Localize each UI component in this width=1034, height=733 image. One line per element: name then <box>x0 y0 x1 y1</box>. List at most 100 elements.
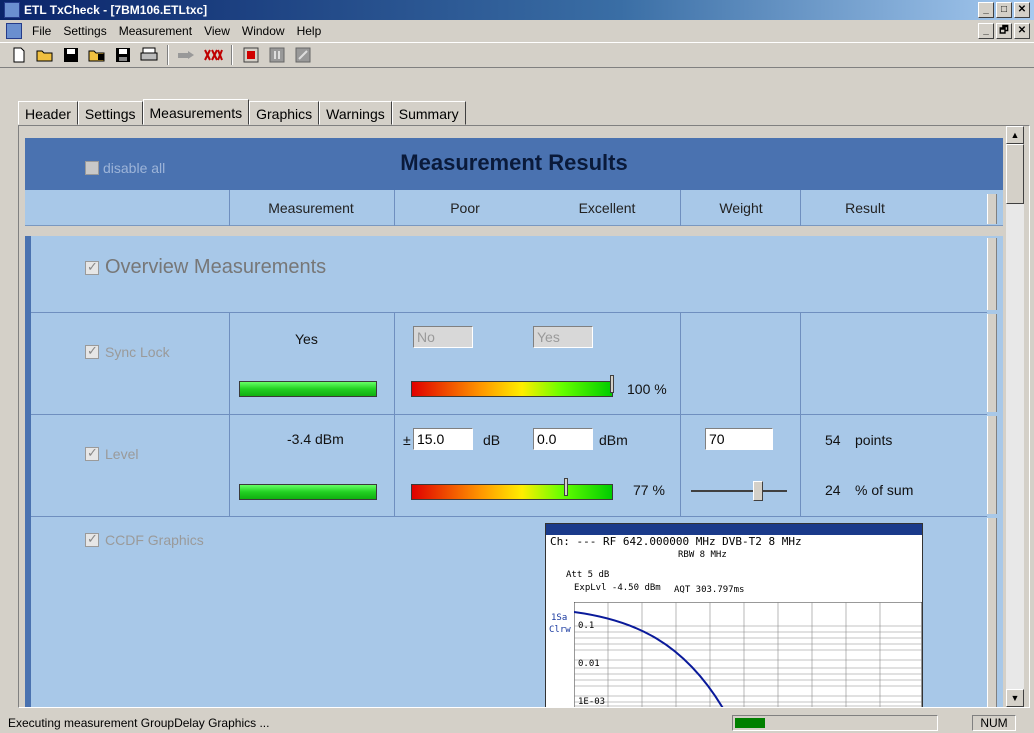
save-icon[interactable] <box>60 44 82 66</box>
header-scroll-stub <box>987 194 997 224</box>
tab-graphics[interactable]: Graphics <box>249 101 320 125</box>
sync-lock-checkbox[interactable]: Sync Lock <box>85 343 170 360</box>
status-bar: Executing measurement GroupDelay Graphic… <box>0 713 1034 733</box>
tab-warnings[interactable]: Warnings <box>319 101 392 125</box>
row-divider <box>31 312 987 313</box>
tab-measurements[interactable]: Measurements <box>142 99 250 125</box>
level-excellent-field[interactable]: 0.0 <box>533 428 593 450</box>
sync-lock-score-marker <box>610 375 614 393</box>
column-result: Result <box>845 200 885 216</box>
ccdf-label: CCDF Graphics <box>105 532 204 548</box>
ccdf-graphic: Ch: --- RF 642.000000 MHz DVB-T2 8 MHz R… <box>545 523 923 707</box>
ccdf-checkbox-box[interactable] <box>85 531 99 547</box>
maximize-button[interactable]: □ <box>996 2 1012 18</box>
tab-bar: Header Settings Measurements Graphics Wa… <box>18 99 466 125</box>
minimize-button[interactable]: _ <box>978 2 994 18</box>
level-score-bar <box>411 484 613 500</box>
level-weight-slider-thumb[interactable] <box>753 481 764 501</box>
column-divider <box>229 190 230 226</box>
row-divider <box>31 516 987 517</box>
ccdf-channel-line: Ch: --- RF 642.000000 MHz DVB-T2 8 MHz <box>550 535 802 548</box>
menu-window[interactable]: Window <box>236 24 291 38</box>
vertical-scrollbar[interactable]: ▲ ▼ <box>1006 126 1024 707</box>
sync-lock-poor-field[interactable]: No <box>413 326 473 348</box>
mdi-restore-button[interactable]: 🗗 <box>996 23 1012 39</box>
scroll-thumb[interactable] <box>1006 144 1024 204</box>
level-weight-slider-track[interactable] <box>691 490 787 492</box>
sync-lock-measurement-bar <box>239 381 377 397</box>
row-divider <box>31 414 987 415</box>
menu-settings[interactable]: Settings <box>57 24 112 38</box>
ccdf-header-strip <box>546 524 922 535</box>
num-lock-indicator: NUM <box>972 715 1016 731</box>
level-percent: 77 % <box>633 482 665 498</box>
level-measurement-bar <box>239 484 377 500</box>
scroll-down-button[interactable]: ▼ <box>1006 689 1024 707</box>
overview-scroll-stub <box>987 238 997 310</box>
sync-lock-checkbox-box[interactable] <box>85 343 99 359</box>
measurements-panel: disable all Measurement Results Measurem… <box>18 125 1030 708</box>
tab-settings[interactable]: Settings <box>77 101 143 125</box>
overview-checkbox[interactable]: Overview Measurements <box>85 256 326 279</box>
level-sum-label: % of sum <box>855 482 914 498</box>
step-icon[interactable] <box>292 44 314 66</box>
column-poor: Poor <box>450 200 480 216</box>
mdi-close-button[interactable]: ✕ <box>1014 23 1030 39</box>
column-divider <box>394 312 395 516</box>
level-plusminus: ± <box>403 432 411 448</box>
ccdf-checkbox[interactable]: CCDF Graphics <box>85 531 204 548</box>
open-folder-icon[interactable] <box>34 44 56 66</box>
ccdf-plot <box>574 602 922 707</box>
ccdf-rbw: RBW 8 MHz <box>678 550 727 560</box>
level-checkbox[interactable]: Level <box>85 445 139 462</box>
toolbar <box>0 42 1034 68</box>
column-divider <box>680 312 681 516</box>
overview-checkbox-box[interactable] <box>85 259 99 275</box>
scroll-up-button[interactable]: ▲ <box>1006 126 1024 144</box>
ccdf-att: Att 5 dB <box>566 570 610 580</box>
overview-label: Overview Measurements <box>105 256 327 278</box>
sync-lock-excellent-field[interactable]: Yes <box>533 326 593 348</box>
column-divider <box>800 312 801 516</box>
connect-icon[interactable] <box>176 44 198 66</box>
menu-help[interactable]: Help <box>291 24 328 38</box>
close-button[interactable]: ✕ <box>1014 2 1030 18</box>
save-as-icon[interactable] <box>112 44 134 66</box>
window-title-bar: ETL TxCheck - [7BM106.ETLtxc] _ □ ✕ <box>0 0 1034 20</box>
sync-lock-percent: 100 % <box>627 381 667 397</box>
menu-file[interactable]: File <box>26 24 57 38</box>
document-icon[interactable] <box>6 23 22 39</box>
level-poor-field[interactable]: 15.0 <box>413 428 473 450</box>
sync-lock-value: Yes <box>295 331 318 347</box>
print-icon[interactable] <box>138 44 160 66</box>
status-progress <box>732 715 938 731</box>
tab-summary[interactable]: Summary <box>391 101 466 125</box>
section-indicator-bar <box>25 236 31 707</box>
mdi-minimize-button[interactable]: _ <box>978 23 994 39</box>
results-header: disable all Measurement Results <box>25 138 1003 190</box>
toolbar-separator <box>231 45 233 65</box>
level-label: Level <box>105 446 139 462</box>
level-checkbox-box[interactable] <box>85 445 99 461</box>
column-divider <box>394 190 395 226</box>
status-progress-fill <box>735 718 765 728</box>
level-weight-field[interactable]: 70 <box>705 428 773 450</box>
menu-view[interactable]: View <box>198 24 236 38</box>
ccdf-explvl: ExpLvl -4.50 dBm <box>574 583 661 593</box>
level-points: 54 <box>825 432 841 448</box>
new-file-icon[interactable] <box>8 44 30 66</box>
column-divider <box>800 190 801 226</box>
status-text: Executing measurement GroupDelay Graphic… <box>8 716 270 730</box>
menu-measurement[interactable]: Measurement <box>113 24 198 38</box>
pause-icon[interactable] <box>266 44 288 66</box>
column-excellent: Excellent <box>578 200 636 216</box>
ccdf-aqt: AQT 303.797ms <box>674 585 745 595</box>
menu-bar: File Settings Measurement View Window He… <box>0 20 1034 42</box>
tab-header[interactable]: Header <box>18 101 78 125</box>
sync-lock-label: Sync Lock <box>105 344 170 360</box>
stop-icon[interactable] <box>240 44 262 66</box>
level-excellent-unit: dBm <box>599 432 628 448</box>
network-icon[interactable] <box>202 44 224 66</box>
save-folder-icon[interactable] <box>86 44 108 66</box>
level-poor-unit: dB <box>483 432 501 448</box>
